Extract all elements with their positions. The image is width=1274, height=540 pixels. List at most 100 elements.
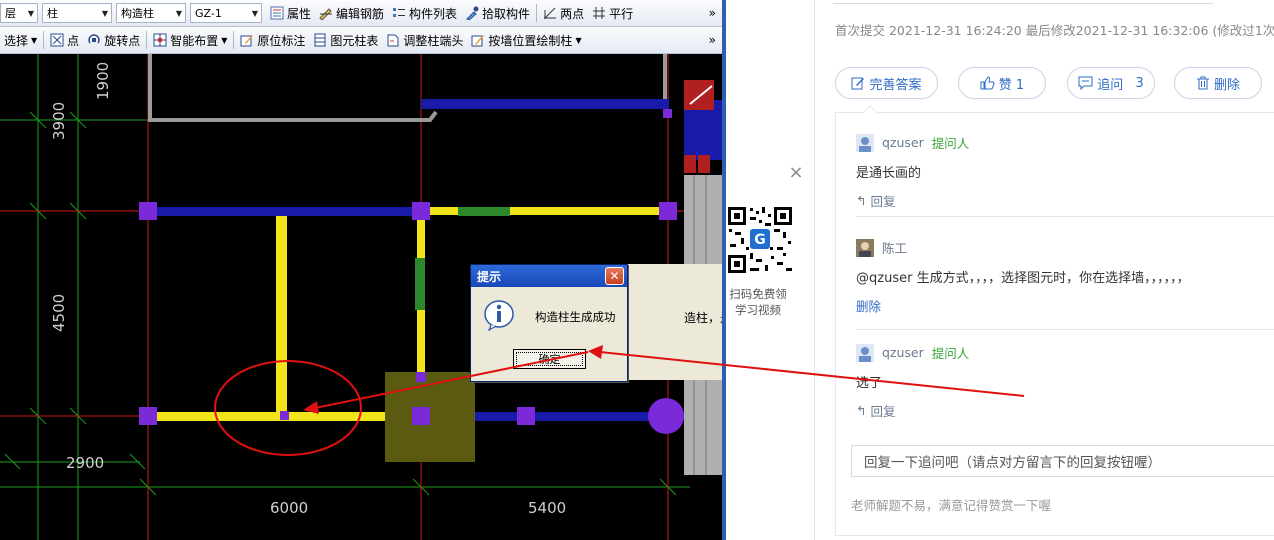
info-icon — [484, 300, 514, 331]
parallel-icon — [593, 7, 606, 19]
footer-hint: 老师解题不易，满意记得赞赏一下喔 — [851, 498, 1052, 513]
comment-text: 选了 — [856, 376, 883, 391]
grid-layout-icon — [153, 33, 167, 47]
comment-header: qzuser 提问人 — [856, 133, 1274, 152]
edit-rebar-icon — [319, 8, 333, 20]
reply-button[interactable]: ↰ 回复 — [856, 191, 1274, 210]
reply-icon: ↰ — [856, 193, 867, 208]
draw-by-wall-label: 按墙位置绘制柱 — [488, 33, 573, 48]
avatar — [856, 133, 874, 152]
properties-icon — [270, 6, 284, 20]
reply-button[interactable]: ↰ 回复 — [856, 401, 1274, 420]
comment-item: 陈工 @qzuser 生成方式，，，，选择图元时，你在选择墙，，，，，， 删除 — [856, 238, 1274, 315]
adjust-column-end-button[interactable]: 调整柱端头 — [382, 29, 467, 51]
avatar — [856, 238, 874, 257]
app-root: 层 ▼ 柱 ▼ 构造柱 ▼ GZ-1 ▼ 属性 编辑钢筋 构件列表 拾取构件 两点 — [0, 0, 1274, 540]
dialog-message: 构造柱生成成功 — [535, 310, 616, 324]
qr-promo-text: 扫码免费领 学习视频 — [726, 286, 790, 318]
layer-combo[interactable]: 层 ▼ — [0, 3, 38, 23]
followup-button[interactable]: 追问 3 — [1067, 67, 1155, 99]
dimension-label-5400: 5400 — [528, 499, 566, 517]
parallel-label: 平行 — [609, 6, 634, 21]
subtype-combo[interactable]: 构造柱 ▼ — [116, 3, 186, 23]
comment-author[interactable]: qzuser — [882, 135, 924, 150]
followup-label: 追问 — [1097, 77, 1124, 93]
select-label: 选择 — [4, 33, 29, 48]
green-segment — [458, 207, 510, 216]
like-button[interactable]: 赞 1 — [958, 67, 1046, 99]
thumbs-up-icon — [980, 76, 995, 90]
toolbar-bottom: 选择 ▼ 点 旋转点 智能布置 ▼ 原位标注 图元柱表 调整柱端头 按墙位置绘制… — [0, 27, 722, 54]
green-segment — [415, 258, 425, 310]
two-points-icon — [544, 7, 557, 19]
reply-label: 回复 — [870, 194, 896, 209]
comment-item: qzuser 提问人 选了 ↰ 回复 — [856, 343, 1274, 420]
dimension-label-1900: 1900 — [94, 62, 112, 100]
point-button[interactable]: 点 — [46, 29, 83, 51]
delete-comment-button[interactable]: 删除 — [856, 296, 1274, 315]
chevron-down-icon: ▼ — [101, 8, 108, 18]
answer-meta: 首次提交 2021-12-31 16:24:20 最后修改2021-12-31 … — [835, 23, 1274, 38]
qr-close-button[interactable]: × — [787, 164, 805, 182]
dialog-titlebar: 提示 ✕ — [471, 265, 627, 287]
subtype-combo-value: 构造柱 — [121, 7, 154, 20]
delete-button[interactable]: 删除 — [1174, 67, 1262, 99]
select-button[interactable]: 选择 ▼ — [0, 29, 41, 51]
qr-code-icon: G — [726, 205, 794, 275]
pick-component-button[interactable]: 拾取构件 — [461, 2, 534, 24]
comment-icon — [1078, 76, 1093, 90]
improve-answer-button[interactable]: 完善答案 — [835, 67, 938, 99]
toolbar-separator — [233, 31, 235, 49]
dialog-title: 提示 — [477, 269, 502, 284]
edit-rebar-button[interactable]: 编辑钢筋 — [315, 2, 388, 24]
dialog-close-button[interactable]: ✕ — [605, 267, 624, 285]
chevron-down-icon: ▼ — [175, 8, 182, 18]
column-table-label: 图元柱表 — [330, 33, 379, 48]
draw-by-wall-button[interactable]: 按墙位置绘制柱 ▼ — [467, 29, 585, 51]
comment-item: qzuser 提问人 是通长画的 ↰ 回复 — [856, 133, 1274, 210]
chevron-down-icon: ▼ — [27, 8, 34, 18]
smart-layout-label: 智能布置 — [170, 33, 219, 48]
type-combo[interactable]: 柱 ▼ — [42, 3, 112, 23]
chevron-down-icon: ▼ — [221, 35, 228, 45]
notification-dialog: 提示 ✕ 构造柱生成成功 确定 — [470, 264, 628, 382]
two-points-button[interactable]: 两点 — [539, 2, 588, 24]
draw-wall-icon — [471, 35, 485, 47]
layer-combo-value: 层 — [5, 7, 16, 20]
column-table-button[interactable]: 图元柱表 — [309, 29, 382, 51]
comment-author[interactable]: qzuser — [882, 345, 924, 360]
rotate-icon — [88, 34, 100, 44]
toolbar-overflow-button[interactable]: » — [703, 6, 722, 20]
toolbar-separator — [146, 31, 148, 49]
adjust-icon — [387, 34, 399, 47]
component-list-button[interactable]: 构件列表 — [388, 2, 461, 24]
name-combo[interactable]: GZ-1 ▼ — [190, 3, 262, 23]
toolbar-overflow-button[interactable]: » — [703, 33, 722, 47]
comment-author[interactable]: 陈工 — [882, 238, 907, 257]
name-combo-value: GZ-1 — [195, 6, 222, 20]
smart-layout-button[interactable]: 智能布置 ▼ — [149, 29, 231, 51]
parallel-button[interactable]: 平行 — [588, 2, 637, 24]
point-label: 点 — [67, 33, 80, 48]
avatar — [856, 343, 874, 362]
properties-button[interactable]: 属性 — [266, 2, 315, 24]
toolbar-separator — [43, 31, 45, 49]
edit-rebar-label: 编辑钢筋 — [336, 6, 385, 21]
divider — [856, 329, 1274, 330]
reply-input[interactable]: 回复一下追问吧（请点对方留言下的回复按钮喔） — [851, 445, 1274, 477]
in-place-label-label: 原位标注 — [257, 33, 306, 48]
qa-panel: 首次提交 2021-12-31 16:24:20 最后修改2021-12-31 … — [814, 0, 1274, 540]
in-place-label-button[interactable]: 原位标注 — [236, 29, 309, 51]
rotate-point-button[interactable]: 旋转点 — [83, 29, 144, 51]
comment-role-badge: 提问人 — [931, 136, 970, 151]
trash-icon — [1196, 76, 1209, 90]
component-list-label: 构件列表 — [409, 6, 458, 21]
chevron-down-icon: ▼ — [575, 35, 582, 45]
cad-application: 层 ▼ 柱 ▼ 构造柱 ▼ GZ-1 ▼ 属性 编辑钢筋 构件列表 拾取构件 两点 — [0, 0, 724, 540]
followup-count: 3 — [1135, 75, 1144, 91]
chevron-down-icon: ▼ — [251, 8, 258, 18]
dimension-label-6000: 6000 — [270, 499, 308, 517]
chevron-down-icon: ▼ — [31, 35, 38, 45]
dialog-ok-button[interactable]: 确定 — [513, 349, 586, 369]
table-icon — [314, 33, 326, 47]
